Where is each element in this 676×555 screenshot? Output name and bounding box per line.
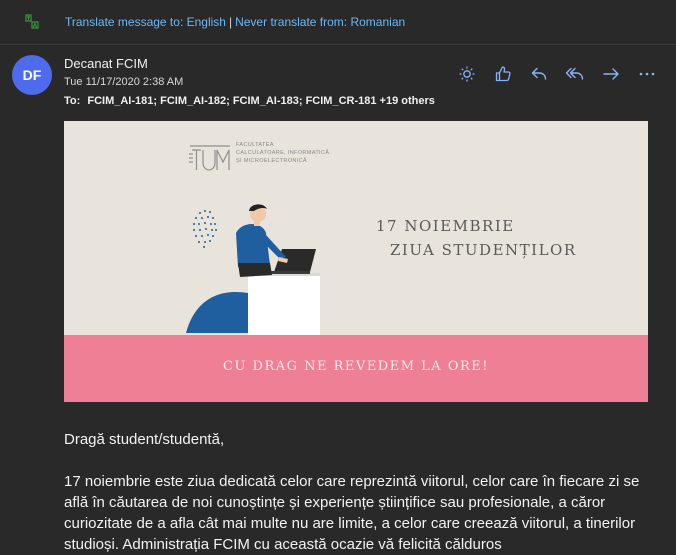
message-body: Dragă student/studentă, 17 noiembrie est… — [64, 429, 654, 555]
translate-message-link[interactable]: Translate message to: English — [65, 15, 226, 29]
university-logo — [188, 140, 234, 178]
message-actions — [456, 64, 658, 84]
to-label: To: — [64, 95, 81, 107]
recipients-list[interactable]: FCIM_AI-181; FCIM_AI-182; FCIM_AI-183; F… — [87, 95, 435, 107]
greeting-line: Dragă student/studentă, — [64, 431, 225, 448]
recipients-line: To: FCIM_AI-181; FCIM_AI-182; FCIM_AI-18… — [64, 95, 435, 107]
body-paragraph: 17 noiembrie este ziua dedicată celor ca… — [64, 473, 640, 553]
forward-icon[interactable] — [600, 64, 622, 84]
banner-title-date: 17 NOIEMBRIE — [376, 217, 515, 235]
banner-title-event: ZIUA STUDENȚILOR — [390, 241, 577, 259]
like-icon[interactable] — [492, 64, 514, 84]
faculty-name: FACULTATEA CALCULATOARE, INFORMATICĂ ȘI … — [236, 142, 330, 164]
avatar[interactable]: DF — [12, 55, 52, 95]
email-banner-image: FACULTATEA CALCULATOARE, INFORMATICĂ ȘI … — [64, 121, 648, 402]
translate-icon — [24, 14, 40, 30]
brightness-icon[interactable] — [456, 64, 478, 84]
more-icon[interactable] — [636, 64, 658, 84]
reply-icon[interactable] — [528, 64, 550, 84]
student-illustration — [178, 201, 388, 339]
reply-all-icon[interactable] — [564, 64, 586, 84]
translate-text: Translate message to: English | Never tran… — [65, 15, 405, 29]
message-date: Tue 11/17/2020 2:38 AM — [64, 76, 184, 88]
divider — [0, 44, 676, 45]
banner-footer-text: CU DRAG NE REVEDEM LA ORE! — [223, 359, 489, 374]
never-translate-link[interactable]: Never translate from: Romanian — [235, 15, 405, 29]
sender-name[interactable]: Decanat FCIM — [64, 56, 148, 71]
translate-separator: | — [228, 15, 233, 29]
translate-bar: Translate message to: English | Never tran… — [0, 0, 676, 44]
